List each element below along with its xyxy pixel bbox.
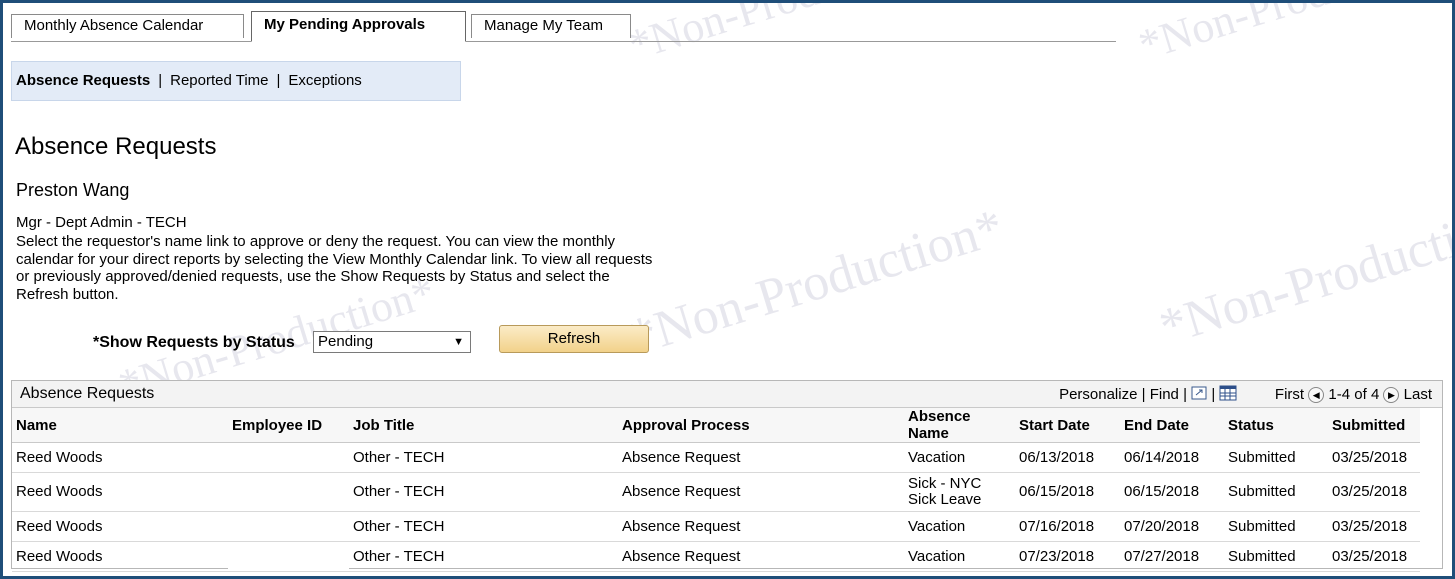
- job-title-cell: Other - TECH: [349, 472, 618, 512]
- prev-arrow-icon[interactable]: ◀: [1308, 387, 1325, 403]
- column-header[interactable]: End Date: [1120, 408, 1224, 443]
- requestor-name-link[interactable]: Reed Woods: [12, 541, 228, 572]
- absence-name-cell: Sick - NYC Sick Leave: [904, 472, 1015, 512]
- approval-process-cell: Absence Request: [618, 541, 904, 572]
- page-range: 1-4 of 4: [1328, 385, 1380, 403]
- manager-name: Preston Wang: [16, 180, 130, 200]
- status-filter-select[interactable]: Pending ▼: [313, 331, 471, 353]
- start-date-cell: 06/15/2018: [1015, 472, 1120, 512]
- status-cell: Submitted: [1224, 472, 1328, 512]
- job-title-cell: Other - TECH: [349, 511, 618, 542]
- column-header[interactable]: Start Date: [1015, 408, 1120, 443]
- chevron-down-icon: ▼: [453, 336, 464, 348]
- last-label: Last: [1403, 385, 1432, 403]
- subnav-absence-requests[interactable]: Absence Requests: [16, 72, 150, 89]
- instructions-text: Select the requestor's name link to appr…: [16, 233, 653, 303]
- watermark: *Non-Production*: [1133, 3, 1452, 71]
- absence-requests-grid: Absence Requests Personalize | Find | | …: [11, 380, 1443, 572]
- start-date-cell: 06/13/2018: [1015, 442, 1120, 473]
- status-filter-value: Pending: [318, 333, 374, 350]
- employee-id-cell: [228, 472, 349, 512]
- approval-process-cell: Absence Request: [618, 472, 904, 512]
- download-grid-icon[interactable]: [1219, 385, 1237, 405]
- start-date-cell: 07/23/2018: [1015, 541, 1120, 572]
- column-header[interactable]: Status: [1224, 408, 1328, 443]
- column-header[interactable]: Employee ID: [228, 408, 349, 443]
- toolbar-separator: |: [1141, 385, 1150, 403]
- tab-bar: Monthly Absence Calendar My Pending Appr…: [11, 11, 1116, 42]
- status-cell: Submitted: [1224, 541, 1328, 572]
- start-date-cell: 07/16/2018: [1015, 511, 1120, 542]
- submitted-cell: 03/25/2018: [1328, 511, 1420, 542]
- grid-title: Absence Requests: [20, 385, 155, 402]
- find-link[interactable]: Find: [1150, 386, 1179, 403]
- employee-id-cell: [228, 541, 349, 572]
- zoom-grid-icon[interactable]: [1191, 386, 1207, 404]
- submitted-cell: 03/25/2018: [1328, 541, 1420, 572]
- status-filter-label: *Show Requests by Status: [93, 334, 295, 351]
- job-title-cell: Other - TECH: [349, 442, 618, 473]
- watermark: *Non-Production*: [623, 198, 1010, 367]
- column-header[interactable]: Absence Name: [904, 408, 1015, 443]
- requestor-name-link[interactable]: Reed Woods: [12, 511, 228, 542]
- absence-name-cell: Vacation: [904, 541, 1015, 572]
- approval-process-cell: Absence Request: [618, 511, 904, 542]
- requestor-name-link[interactable]: Reed Woods: [12, 442, 228, 473]
- table-row: Reed Woods Other - TECH Absence Request …: [12, 541, 1420, 572]
- first-label: First: [1274, 385, 1305, 403]
- absence-name-cell: Vacation: [904, 442, 1015, 473]
- requestor-name-link[interactable]: Reed Woods: [12, 472, 228, 512]
- table-row: Reed Woods Other - TECH Absence Request …: [12, 472, 1420, 512]
- toolbar-separator: |: [1183, 385, 1192, 403]
- column-header[interactable]: Approval Process: [618, 408, 904, 443]
- column-header[interactable]: Name: [12, 408, 228, 443]
- job-title-cell: Other - TECH: [349, 541, 618, 572]
- submitted-cell: 03/25/2018: [1328, 442, 1420, 473]
- table-header-row: Name Employee ID Job Title Approval Proc…: [12, 408, 1420, 443]
- refresh-button[interactable]: Refresh: [499, 325, 649, 353]
- page-title: Absence Requests: [15, 133, 217, 160]
- approval-process-cell: Absence Request: [618, 442, 904, 473]
- subnav-separator: |: [158, 72, 163, 89]
- subnav-exceptions[interactable]: Exceptions: [288, 72, 361, 89]
- column-header[interactable]: Submitted: [1328, 408, 1420, 443]
- column-header[interactable]: Job Title: [349, 408, 618, 443]
- toolbar-separator: |: [1211, 385, 1220, 403]
- end-date-cell: 07/20/2018: [1120, 511, 1224, 542]
- status-cell: Submitted: [1224, 442, 1328, 473]
- tab-manage-my-team[interactable]: Manage My Team: [471, 14, 631, 38]
- table-row: Reed Woods Other - TECH Absence Request …: [12, 511, 1420, 542]
- subnav-reported-time[interactable]: Reported Time: [170, 72, 268, 89]
- end-date-cell: 06/14/2018: [1120, 442, 1224, 473]
- subnav-separator: |: [276, 72, 281, 89]
- tab-monthly-absence-calendar[interactable]: Monthly Absence Calendar: [11, 14, 244, 38]
- sub-navigation: Absence Requests | Reported Time | Exception…: [11, 61, 461, 101]
- submitted-cell: 03/25/2018: [1328, 472, 1420, 512]
- end-date-cell: 07/27/2018: [1120, 541, 1224, 572]
- status-cell: Submitted: [1224, 511, 1328, 542]
- end-date-cell: 06/15/2018: [1120, 472, 1224, 512]
- next-arrow-icon[interactable]: ▶: [1383, 387, 1400, 403]
- requests-table: Name Employee ID Job Title Approval Proc…: [12, 408, 1420, 572]
- table-row: Reed Woods Other - TECH Absence Request …: [12, 442, 1420, 473]
- app-frame: *Non-Production* *Non-Production* *Non-P…: [0, 0, 1455, 579]
- grid-header: Absence Requests Personalize | Find | | …: [12, 381, 1442, 408]
- grid-toolbar: Personalize | Find | | First ◀ 1-4 of 4 …: [1059, 385, 1432, 405]
- manager-role: Mgr - Dept Admin - TECH: [16, 214, 187, 231]
- tab-my-pending-approvals[interactable]: My Pending Approvals: [251, 11, 466, 42]
- absence-name-cell: Vacation: [904, 511, 1015, 542]
- employee-id-cell: [228, 511, 349, 542]
- watermark: *Non-Production*: [1153, 188, 1455, 357]
- personalize-link[interactable]: Personalize: [1059, 386, 1137, 403]
- employee-id-cell: [228, 442, 349, 473]
